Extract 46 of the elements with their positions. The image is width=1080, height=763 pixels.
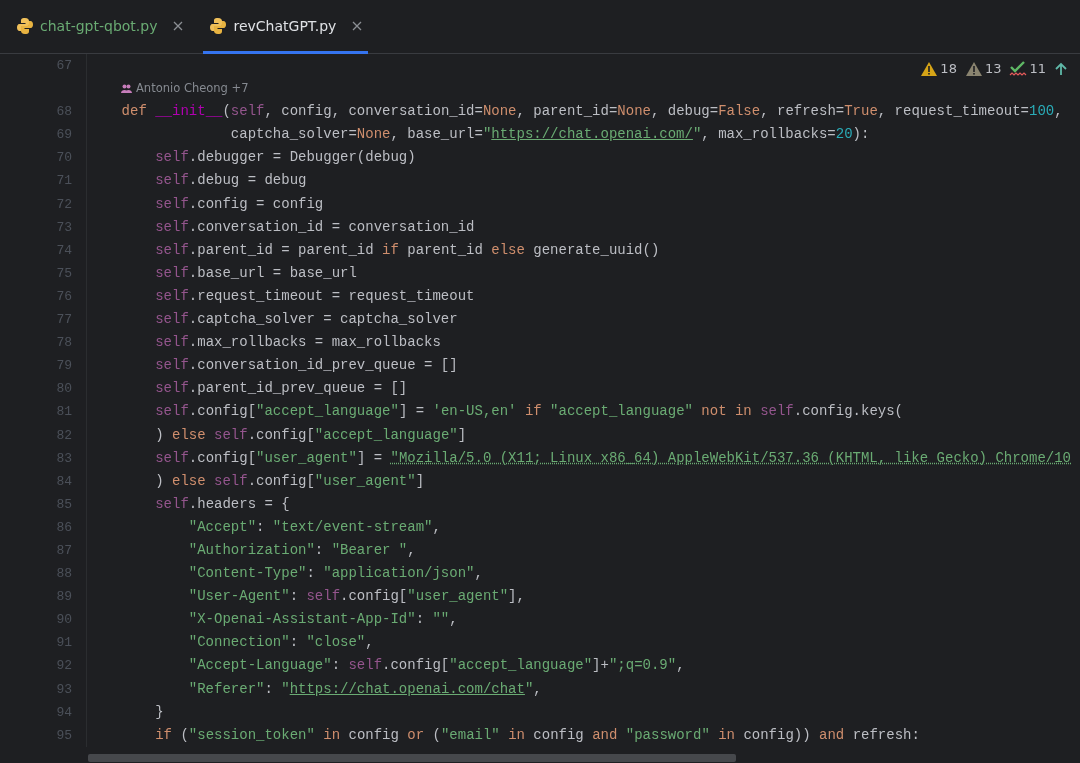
code-line: "Connection": "close", bbox=[187, 633, 374, 653]
code-line: self.config["accept_language"] = 'en-US,en' if "accept_language" not in self.config.keys( bbox=[154, 402, 903, 422]
code-line: } bbox=[154, 702, 164, 722]
code-line: "Accept": "text/event-stream", bbox=[187, 517, 441, 537]
code-line: "Content-Type": "application/json", bbox=[187, 564, 483, 584]
inspection-counter[interactable]: 11 bbox=[1009, 60, 1046, 77]
code-line: "User-Agent": self.config["user_agent"], bbox=[187, 587, 525, 607]
code-line: self.debug = debug bbox=[154, 171, 307, 191]
code-line: def __init__(self, config, conversation_id=None, parent_id=None, debug=False, refresh=True, request_timeout=100, bbox=[120, 102, 1063, 122]
close-icon[interactable] bbox=[173, 20, 184, 31]
python-file-icon bbox=[16, 16, 34, 35]
code-line: self.conversation_id = conversation_id bbox=[154, 217, 475, 237]
tab-label: revChatGPT.py bbox=[233, 17, 337, 34]
inspection-counter[interactable]: 13 bbox=[964, 60, 1002, 77]
code-line: self.max_rollbacks = max_rollbacks bbox=[154, 333, 441, 353]
python-file-icon bbox=[209, 16, 228, 35]
file-tab[interactable]: revChatGPT.py bbox=[203, 0, 369, 54]
spellcheck-icon bbox=[1009, 60, 1028, 77]
code-line: self.parent_id_prev_queue = [] bbox=[154, 379, 408, 399]
code-line: self.captcha_solver = captcha_solver bbox=[154, 310, 458, 330]
warning-icon bbox=[964, 60, 983, 77]
code-line: "Accept-Language": self.config["accept_language"]+";q=0.9", bbox=[187, 656, 685, 676]
code-line: self.debugger = Debugger(debug) bbox=[154, 148, 416, 168]
code-line: "Authorization": "Bearer ", bbox=[187, 540, 416, 560]
code-line: self.base_url = base_url bbox=[154, 263, 357, 283]
code-line: if ("session_token" in config or ("email" in config and "password" in config)) and refresh: bbox=[154, 725, 920, 745]
arrow-up-icon[interactable] bbox=[1054, 61, 1068, 76]
scrollbar[interactable] bbox=[88, 754, 736, 762]
code-line: ) else self.config["accept_language"] bbox=[154, 425, 467, 445]
code-line: self.request_timeout = request_timeout bbox=[154, 286, 475, 306]
code-line: self.conversation_id_prev_queue = [] bbox=[154, 356, 458, 376]
code-line: self.config = config bbox=[154, 194, 324, 214]
code-line: ) else self.config["user_agent"] bbox=[154, 471, 425, 491]
inspection-counter[interactable]: 18 bbox=[920, 60, 957, 77]
code-line: self.parent_id = parent_id if parent_id else generate_uuid() bbox=[154, 240, 660, 260]
close-icon[interactable] bbox=[352, 20, 363, 31]
code-line: self.config["user_agent"] = "Mozilla/5.0 (X11; Linux x86_64) AppleWebKit/537.36 (KHTML, like Gecko) Chrome/10 bbox=[154, 448, 1071, 468]
file-tab[interactable]: chat-gpt-qbot.py bbox=[10, 0, 190, 54]
code-line: self.headers = { bbox=[154, 494, 290, 514]
code-line: "Referer": "https://chat.openai.com/chat", bbox=[187, 679, 542, 699]
author-hint[interactable]: Antonio Cheong +7 bbox=[136, 77, 249, 101]
code-line: "X-Openai-Assistant-App-Id": "", bbox=[187, 610, 458, 630]
people-icon bbox=[121, 84, 132, 94]
warning-icon bbox=[920, 60, 939, 77]
tab-label: chat-gpt-qbot.py bbox=[40, 17, 158, 34]
code-line: captcha_solver=None, base_url="https://chat.openai.com/", max_rollbacks=20): bbox=[229, 125, 870, 145]
